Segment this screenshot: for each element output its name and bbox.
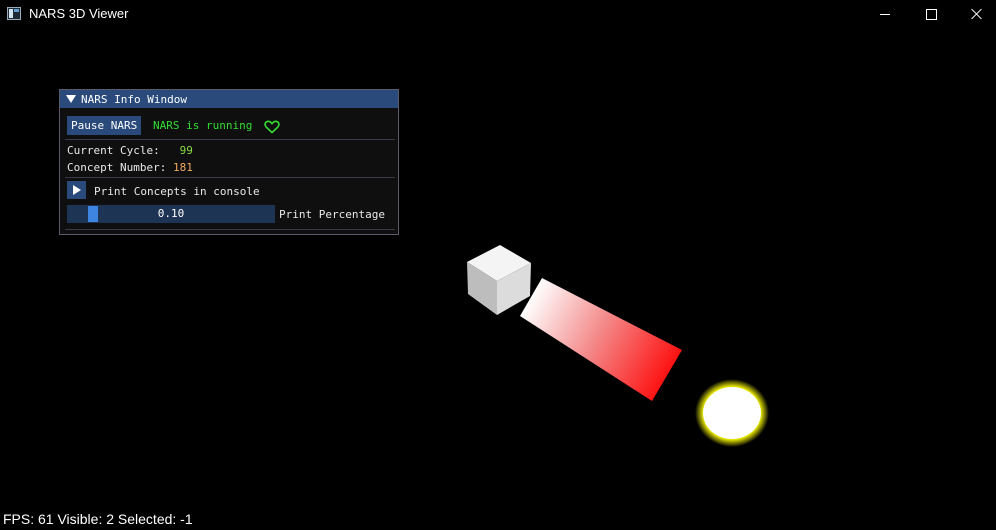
slider-value: 0.10	[157, 207, 185, 220]
glowing-sphere-object[interactable]	[694, 378, 770, 448]
current-cycle-value: 99	[179, 144, 193, 157]
separator	[65, 139, 395, 140]
maximize-icon	[925, 8, 937, 20]
print-percentage-slider[interactable]: 0.10	[67, 205, 275, 223]
pause-nars-button[interactable]: Pause NARS	[67, 116, 142, 135]
concept-number-value: 181	[172, 161, 193, 174]
close-button[interactable]	[954, 0, 996, 28]
current-cycle-label: Current Cycle:	[67, 144, 160, 157]
close-icon	[971, 8, 983, 20]
cube-object[interactable]	[466, 244, 532, 316]
slider-label: Print Percentage	[279, 208, 385, 221]
separator	[65, 229, 395, 230]
concept-number-label: Concept Number:	[67, 161, 167, 174]
info-window-title-bar[interactable]: NARS Info Window	[60, 90, 398, 108]
nars-info-window: NARS Info Window Pause NARS NARS is runn…	[59, 89, 399, 235]
minimize-icon	[880, 13, 890, 15]
print-concepts-label: Print Concepts in console	[94, 185, 260, 198]
window-title: NARS 3D Viewer	[29, 6, 129, 21]
current-cycle-row: Current Cycle: 99	[67, 144, 193, 157]
heart-icon	[264, 120, 280, 134]
maximize-button[interactable]	[908, 0, 954, 28]
info-window-title: NARS Info Window	[81, 93, 187, 106]
collapse-arrow-icon[interactable]	[66, 95, 76, 103]
minimize-button[interactable]	[862, 0, 908, 28]
separator	[65, 177, 395, 178]
status-bar-text: FPS: 61 Visible: 2 Selected: -1	[3, 511, 193, 527]
concept-number-row: Concept Number: 181	[67, 161, 193, 174]
print-concepts-button[interactable]	[67, 181, 86, 199]
title-bar: NARS 3D Viewer	[0, 0, 996, 28]
app-icon	[7, 7, 21, 20]
running-status-text: NARS is running	[153, 119, 253, 132]
